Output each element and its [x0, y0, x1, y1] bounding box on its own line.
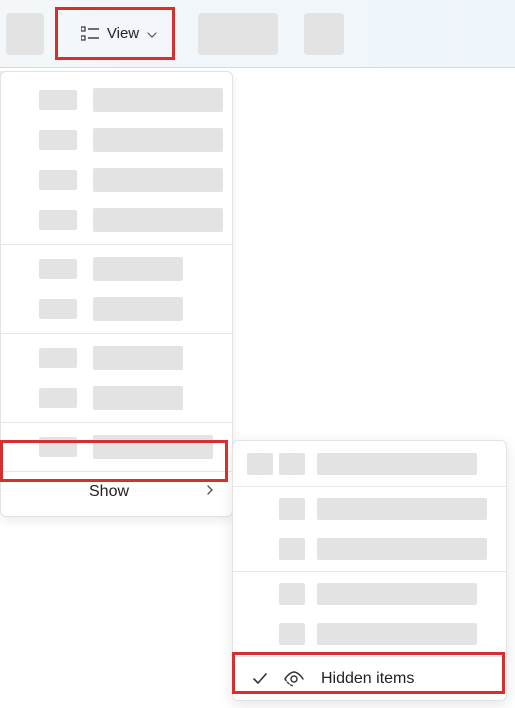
submenu-item-hidden-items[interactable]: Hidden items [233, 659, 506, 699]
show-submenu: Hidden items [232, 440, 507, 701]
toolbar: View [0, 0, 515, 68]
chevron-down-icon [147, 25, 157, 43]
menu-item-show[interactable]: Show [1, 472, 232, 512]
menu-item[interactable] [1, 338, 232, 378]
submenu-item[interactable] [233, 614, 506, 654]
view-button-label: View [107, 25, 139, 42]
toolbar-button-placeholder[interactable] [6, 13, 44, 55]
eye-hidden-icon [281, 671, 307, 687]
submenu-item[interactable] [233, 444, 506, 484]
view-dropdown-menu: Show [0, 71, 233, 517]
check-icon [247, 672, 273, 686]
view-button[interactable]: View [62, 10, 176, 58]
menu-item[interactable] [1, 427, 232, 467]
menu-item[interactable] [1, 160, 232, 200]
menu-item-show-label: Show [89, 483, 129, 501]
menu-item[interactable] [1, 249, 232, 289]
submenu-item[interactable] [233, 529, 506, 569]
submenu-item[interactable] [233, 489, 506, 529]
submenu-item[interactable] [233, 574, 506, 614]
menu-item[interactable] [1, 200, 232, 240]
submenu-item-label: Hidden items [321, 670, 414, 688]
menu-item[interactable] [1, 120, 232, 160]
menu-item[interactable] [1, 289, 232, 329]
menu-item[interactable] [1, 378, 232, 418]
view-list-icon [81, 26, 99, 42]
menu-item[interactable] [1, 80, 232, 120]
chevron-right-icon [206, 483, 214, 501]
toolbar-button-placeholder[interactable] [198, 13, 278, 55]
toolbar-button-placeholder[interactable] [304, 13, 344, 55]
